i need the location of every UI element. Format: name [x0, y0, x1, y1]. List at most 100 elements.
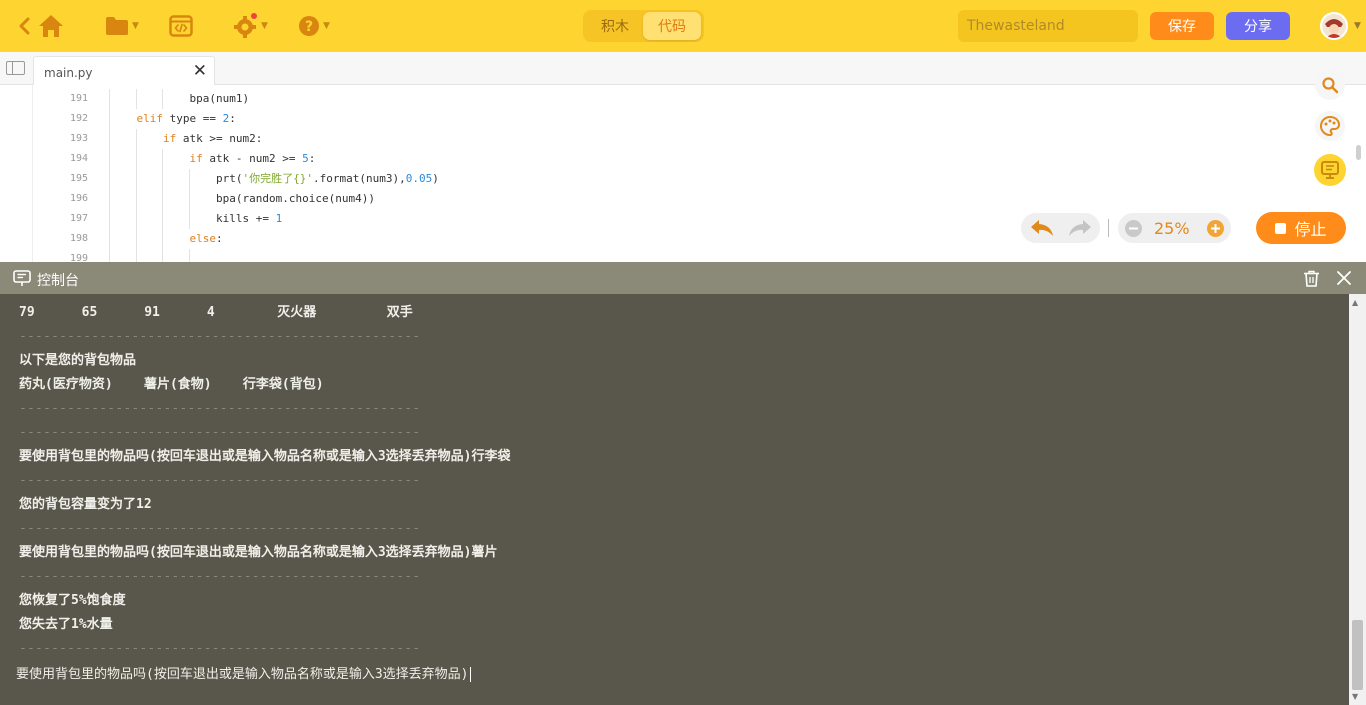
indent-guide — [109, 129, 110, 149]
console-output: 饱食度 水量 血量 攻击力 装备的武器 背包 79 65 91 4 灭火器 双手 -… — [0, 294, 1366, 705]
settings-menu-button[interactable]: ▼ — [231, 13, 269, 39]
search-button[interactable] — [1315, 70, 1345, 100]
sidebar-toggle-icon[interactable] — [6, 61, 25, 75]
code-token: atk - num2 >= — [202, 152, 303, 165]
console-line: 饱食度 水量 血量 攻击力 装备的武器 背包 — [19, 294, 397, 298]
stop-icon — [1275, 222, 1287, 234]
close-console-button[interactable] — [1336, 270, 1352, 290]
code-line[interactable]: 196 bpa(random.choice(num4)) — [33, 189, 1333, 209]
code-text: bpa(random.choice(num4)) — [216, 189, 375, 209]
code-token: elif — [136, 112, 164, 125]
code-text: if atk >= num2: — [163, 129, 262, 149]
code-line[interactable]: 192 elif type == 2: — [33, 109, 1333, 129]
code-view-button[interactable] — [168, 14, 194, 38]
console-scrollbar-thumb[interactable] — [1352, 620, 1363, 690]
indent-guide — [109, 169, 110, 189]
stop-button[interactable]: 停止 — [1256, 212, 1346, 244]
console-line: 您失去了1%水量 — [19, 617, 113, 632]
line-number: 199 — [69, 253, 88, 262]
indent-guide — [162, 209, 163, 229]
back-button[interactable] — [14, 15, 34, 37]
indent-guide — [135, 189, 137, 209]
close-icon — [1337, 271, 1351, 285]
mode-switch: 积木 代码 — [583, 10, 704, 42]
console-line: 药丸(医疗物资) 薯片(食物) 行李袋(背包) — [19, 377, 324, 392]
console-icon — [13, 270, 31, 291]
search-icon — [1322, 77, 1339, 94]
console-line: 您恢复了5%饱食度 — [19, 593, 126, 608]
code-token: kills += — [216, 212, 276, 225]
save-button[interactable]: 保存 — [1150, 12, 1214, 40]
stage-button[interactable] — [1314, 154, 1346, 186]
code-line[interactable]: 194 if atk - num2 >= 5: — [33, 149, 1333, 169]
zoom-in-icon — [1207, 220, 1224, 237]
code-text: elif type == 2: — [137, 109, 236, 129]
editor-scrollbar[interactable] — [1356, 145, 1361, 160]
code-line[interactable]: 199 — [33, 249, 1333, 262]
tab-code[interactable]: 代码 — [643, 12, 701, 40]
console-line: 您的背包容量变为了12 — [19, 497, 152, 512]
console-line: 要使用背包里的物品吗(按回车退出或是输入物品名称或是输入3选择丢弃物品)薯片 — [19, 545, 498, 560]
indent-guide — [188, 169, 190, 189]
redo-button[interactable] — [1067, 218, 1093, 242]
clear-console-button[interactable] — [1303, 270, 1320, 291]
code-token: : — [308, 152, 316, 165]
scroll-up-icon[interactable]: ▲ — [1352, 298, 1358, 307]
indent-guide — [109, 189, 110, 209]
code-token: else — [189, 232, 217, 245]
indent-guide — [109, 249, 110, 262]
close-icon[interactable]: ✕ — [193, 61, 207, 81]
zoom-level: 25% — [1154, 219, 1190, 238]
code-icon — [169, 15, 193, 37]
indent-guide — [162, 229, 163, 249]
project-name-field[interactable]: Thewasteland — [958, 10, 1138, 42]
line-number: 193 — [69, 133, 88, 144]
code-line[interactable]: 195 prt('你完胜了{}'.format(num3),0.05) — [33, 169, 1333, 189]
code-line[interactable]: 191 bpa(num1) — [33, 89, 1333, 109]
line-number: 194 — [69, 153, 88, 164]
undo-button[interactable] — [1029, 218, 1055, 242]
text-cursor — [470, 667, 472, 682]
file-tab[interactable]: main.py ✕ — [33, 56, 215, 86]
share-button[interactable]: 分享 — [1226, 12, 1290, 40]
code-token: 0.05 — [405, 172, 433, 185]
indent-guide — [135, 209, 137, 229]
indent-guide — [188, 209, 190, 229]
file-tab-label: main.py — [44, 66, 93, 80]
console-input[interactable]: 要使用背包里的物品吗(按回车退出或是输入物品名称或是输入3选择丢弃物品) — [16, 666, 472, 684]
top-bar: ▼ ▼ ? ▼ 积木 代码 Thewasteland 保存 分享 ▼ — [0, 0, 1366, 52]
file-menu-button[interactable]: ▼ — [104, 14, 140, 38]
zoom-in-button[interactable] — [1207, 220, 1224, 241]
svg-text:?: ? — [305, 19, 313, 35]
scroll-down-icon[interactable]: ▼ — [1352, 692, 1358, 701]
indent-guide — [135, 249, 137, 262]
code-token: prt( — [216, 172, 243, 185]
indent-guide — [162, 169, 163, 189]
chevron-down-icon: ▼ — [323, 21, 330, 31]
editor-left-strip — [0, 85, 33, 262]
code-token: : — [216, 232, 223, 245]
avatar-chevron-icon[interactable]: ▼ — [1354, 21, 1361, 31]
back-icon — [19, 17, 30, 35]
console-line: 要使用背包里的物品吗(按回车退出或是输入物品名称或是输入3选择丢弃物品)行李袋 — [19, 449, 511, 464]
console-separator: ----------------------------------------… — [19, 425, 421, 440]
indent-guide — [135, 89, 137, 109]
console-separator: ----------------------------------------… — [19, 641, 421, 656]
trash-icon — [1304, 270, 1319, 287]
avatar[interactable] — [1320, 12, 1348, 40]
tab-blocks[interactable]: 积木 — [586, 12, 644, 40]
console-line: 79 65 91 4 灭火器 双手 — [19, 305, 413, 320]
zoom-out-button[interactable] — [1125, 220, 1142, 241]
console-title: 控制台 — [37, 273, 79, 289]
indent-guide — [162, 89, 163, 109]
code-line[interactable]: 193 if atk >= num2: — [33, 129, 1333, 149]
gear-icon — [234, 13, 258, 38]
home-button[interactable] — [37, 13, 65, 39]
help-menu-button[interactable]: ? ▼ — [296, 14, 332, 38]
toolbar-divider — [1108, 219, 1109, 237]
theme-button[interactable] — [1315, 111, 1345, 141]
indent-guide — [135, 169, 137, 189]
line-number: 192 — [69, 113, 88, 124]
code-token: if — [189, 152, 203, 165]
line-number: 196 — [69, 193, 88, 204]
